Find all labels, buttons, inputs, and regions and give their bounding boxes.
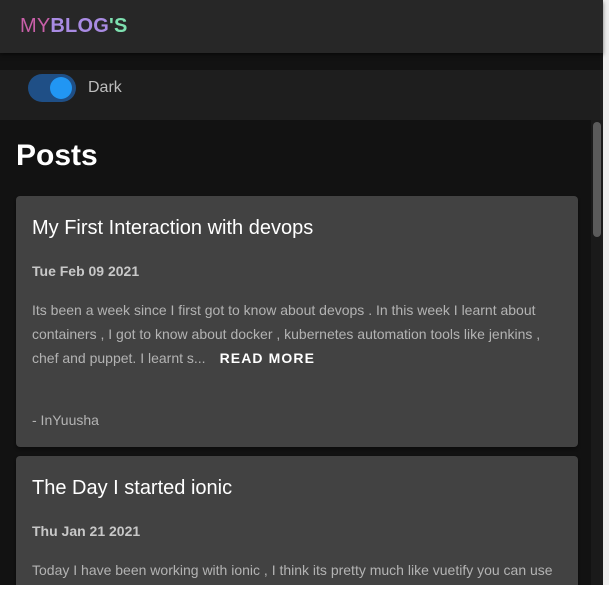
- switch-knob: [50, 77, 72, 99]
- post-card: The Day I started ionic Thu Jan 21 2021 …: [16, 456, 578, 585]
- brand-blog: BLOG: [50, 15, 109, 37]
- dark-mode-switch[interactable]: [28, 74, 76, 102]
- window-edge: [603, 0, 609, 585]
- post-excerpt: Today I have been working with ionic , I…: [32, 562, 553, 578]
- page-title: Posts: [16, 139, 98, 172]
- brand-suffix: 'S: [108, 15, 128, 37]
- dark-mode-label: Dark: [88, 79, 122, 96]
- scrollbar-thumb[interactable]: [593, 122, 601, 237]
- app-root: MYBLOG'S Dark Posts My First Interaction…: [0, 0, 609, 585]
- brand-my: MY: [20, 15, 51, 37]
- vertical-scrollbar[interactable]: [591, 120, 603, 585]
- brand-logo[interactable]: MYBLOG'S: [20, 14, 127, 38]
- post-date: Thu Jan 21 2021: [32, 523, 141, 539]
- post-author: - InYuusha: [32, 412, 99, 428]
- post-card: My First Interaction with devops Tue Feb…: [16, 196, 578, 447]
- post-title: The Day I started ionic: [32, 477, 233, 499]
- read-more-button[interactable]: READ MORE: [220, 346, 315, 370]
- main-content: Posts My First Interaction with devops T…: [0, 120, 591, 585]
- post-excerpt-wrapper: Its been a week since I first got to kno…: [32, 298, 562, 370]
- post-title: My First Interaction with devops: [32, 217, 314, 239]
- theme-toggle-bar: Dark: [0, 70, 603, 120]
- post-date: Tue Feb 09 2021: [32, 263, 140, 279]
- app-bar: MYBLOG'S: [0, 0, 603, 53]
- post-excerpt-wrapper: Today I have been working with ionic , I…: [32, 558, 562, 582]
